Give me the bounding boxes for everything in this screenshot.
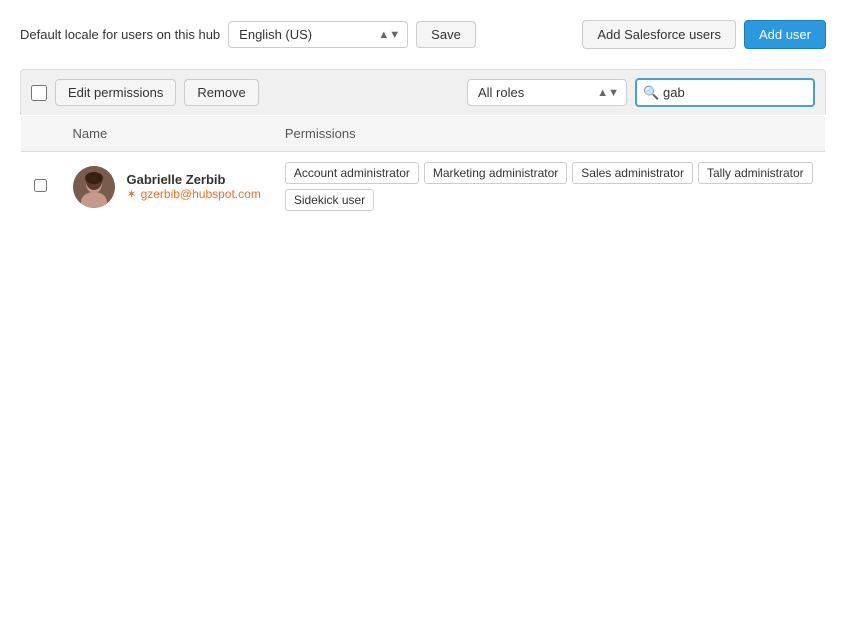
edit-permissions-button[interactable]: Edit permissions xyxy=(55,79,176,106)
table-header-checkbox-col xyxy=(21,116,61,152)
table-header-name: Name xyxy=(61,116,273,152)
locale-select[interactable]: English (US) xyxy=(228,21,408,48)
permission-tag: Sidekick user xyxy=(285,189,374,211)
permissions-cell: Account administratorMarketing administr… xyxy=(273,152,826,222)
hubspot-icon: ✶ xyxy=(127,187,137,201)
top-bar-right: Add Salesforce users Add user xyxy=(582,20,826,49)
roles-select[interactable]: All roles Account administrator Marketin… xyxy=(467,79,627,106)
row-checkbox-cell xyxy=(21,152,61,222)
locale-select-wrapper: English (US) ▲▼ xyxy=(228,21,408,48)
table-header-row: Name Permissions xyxy=(21,116,826,152)
roles-select-wrapper: All roles Account administrator Marketin… xyxy=(467,79,627,106)
search-input[interactable] xyxy=(635,78,815,107)
user-email: gzerbib@hubspot.com xyxy=(141,187,261,201)
save-button[interactable]: Save xyxy=(416,21,476,48)
table-row: Gabrielle Zerbib ✶ gzerbib@hubspot.com A… xyxy=(21,152,826,222)
row-checkbox[interactable] xyxy=(34,179,47,192)
permission-tag: Tally administrator xyxy=(698,162,813,184)
user-name-block: Gabrielle Zerbib ✶ gzerbib@hubspot.com xyxy=(127,172,261,201)
user-name: Gabrielle Zerbib xyxy=(127,172,261,187)
table-header-permissions: Permissions xyxy=(273,116,826,152)
locale-label: Default locale for users on this hub xyxy=(20,27,220,42)
user-name-cell: Gabrielle Zerbib ✶ gzerbib@hubspot.com xyxy=(61,152,273,222)
search-wrapper: 🔍 xyxy=(635,78,815,107)
permission-tag: Account administrator xyxy=(285,162,419,184)
select-all-checkbox[interactable] xyxy=(31,85,47,101)
user-info: Gabrielle Zerbib ✶ gzerbib@hubspot.com xyxy=(73,166,261,208)
top-bar: Default locale for users on this hub Eng… xyxy=(20,20,826,49)
permission-tags: Account administratorMarketing administr… xyxy=(285,162,813,211)
permission-tag: Marketing administrator xyxy=(424,162,567,184)
add-salesforce-button[interactable]: Add Salesforce users xyxy=(582,20,736,49)
avatar xyxy=(73,166,115,208)
user-table: Name Permissions Gabrielle Zerbib ✶ gze xyxy=(20,115,826,222)
toolbar: Edit permissions Remove All roles Accoun… xyxy=(20,69,826,115)
remove-button[interactable]: Remove xyxy=(184,79,258,106)
permission-tag: Sales administrator xyxy=(572,162,693,184)
user-email-row: ✶ gzerbib@hubspot.com xyxy=(127,187,261,201)
add-user-button[interactable]: Add user xyxy=(744,20,826,49)
